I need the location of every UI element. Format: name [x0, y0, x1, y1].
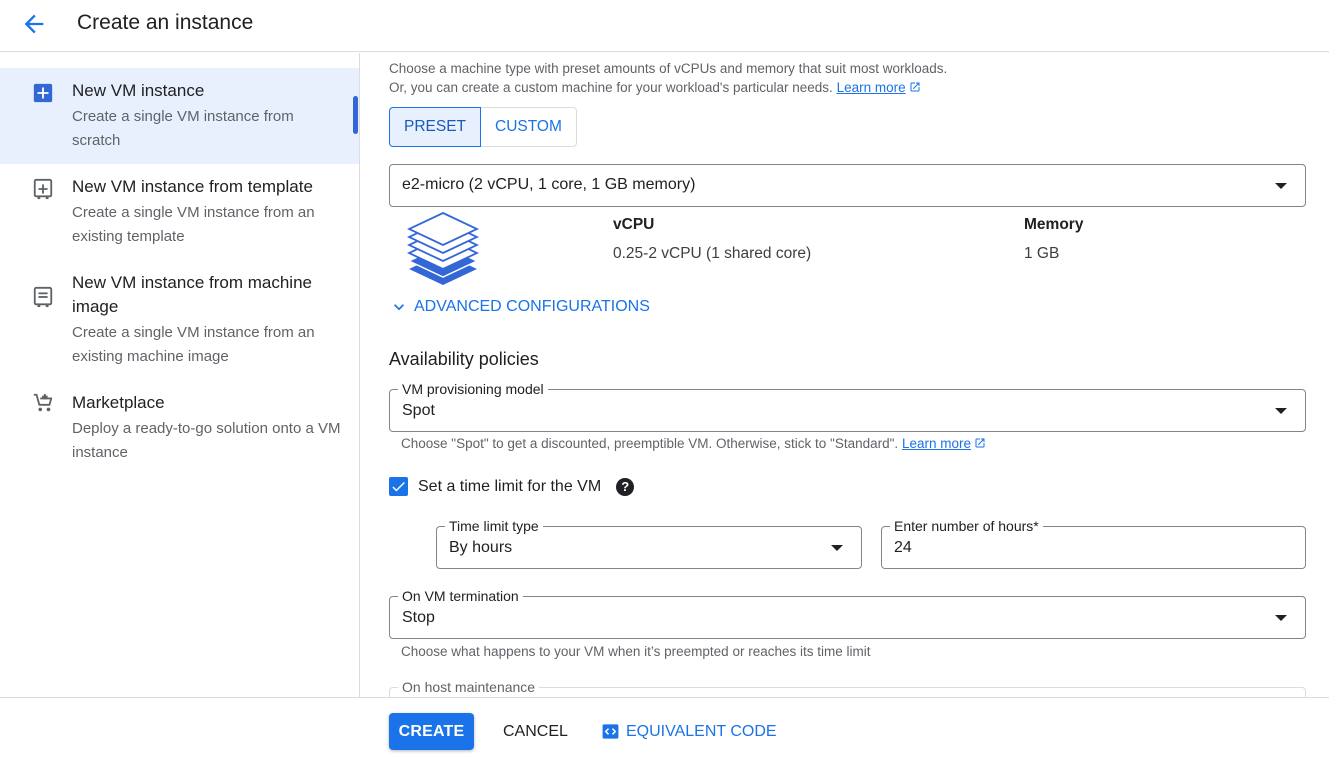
machine-mode-toggle: PRESET CUSTOM	[389, 107, 577, 147]
memory-header: Memory	[1024, 216, 1084, 233]
advanced-config-label: ADVANCED CONFIGURATIONS	[414, 298, 650, 315]
dropdown-arrow-icon	[1275, 615, 1287, 621]
provisioning-model-select[interactable]: VM provisioning model Spot	[389, 381, 1306, 432]
footer-bar: CREATE CANCEL EQUIVALENT CODE	[0, 697, 1329, 757]
dropdown-arrow-icon	[1275, 183, 1287, 189]
help-icon[interactable]: ?	[616, 477, 635, 496]
time-limit-type-select[interactable]: Time limit type By hours	[436, 518, 862, 569]
check-icon	[392, 481, 405, 492]
machine-image-icon	[33, 286, 53, 308]
dropdown-arrow-icon	[831, 545, 843, 551]
sidebar: New VM instance Create a single VM insta…	[0, 53, 360, 697]
machine-intro-text: Or, you can create a custom machine for …	[389, 80, 833, 95]
learn-more-link[interactable]: Learn more	[837, 80, 906, 95]
provisioning-hint-text: Choose "Spot" to get a discounted, preem…	[401, 436, 899, 451]
sidebar-item-from-template[interactable]: New VM instance from template Create a s…	[0, 164, 359, 260]
dropdown-arrow-icon	[1275, 408, 1287, 414]
termination-value: Stop	[402, 609, 435, 626]
template-add-icon	[33, 178, 53, 200]
provisioning-model-value: Spot	[402, 402, 435, 419]
hours-input[interactable]: Enter number of hours* 24	[881, 518, 1306, 569]
time-limit-checkbox[interactable]	[389, 477, 408, 496]
termination-hint: Choose what happens to your VM when it’s…	[401, 644, 871, 659]
termination-label: On VM termination	[398, 588, 523, 604]
sidebar-item-title: New VM instance	[72, 81, 205, 100]
memory-value: 1 GB	[1024, 245, 1060, 262]
machine-intro-line1: Choose a machine type with preset amount…	[389, 61, 948, 76]
sidebar-item-marketplace[interactable]: Marketplace Deploy a ready-to-go solutio…	[0, 380, 359, 476]
machine-type-select[interactable]: e2-micro (2 vCPU, 1 core, 1 GB memory)	[389, 164, 1306, 207]
sidebar-item-desc: Create a single VM instance from scratch	[72, 108, 294, 149]
sidebar-item-new-vm[interactable]: New VM instance Create a single VM insta…	[0, 68, 359, 164]
open-in-new-icon[interactable]	[909, 81, 921, 93]
hours-value: 24	[894, 539, 912, 556]
arrow-back-icon[interactable]	[20, 10, 48, 38]
custom-tab[interactable]: CUSTOM	[481, 107, 577, 147]
cart-icon	[33, 393, 53, 412]
sidebar-item-desc: Create a single VM instance from an exis…	[72, 204, 315, 245]
host-maintenance-label: On host maintenance	[398, 679, 540, 695]
add-box-icon	[33, 83, 53, 103]
termination-select[interactable]: On VM termination Stop	[389, 588, 1306, 639]
cancel-button[interactable]: CANCEL	[503, 713, 568, 750]
machine-intro-line2: Or, you can create a custom machine for …	[389, 78, 947, 97]
machine-intro: Choose a machine type with preset amount…	[389, 59, 947, 97]
sidebar-item-title: Marketplace	[72, 393, 165, 412]
time-limit-type-label: Time limit type	[445, 518, 543, 534]
host-maintenance-select[interactable]: On host maintenance	[389, 679, 1306, 697]
chevron-down-icon	[394, 304, 404, 311]
sidebar-item-desc: Deploy a ready-to-go solution onto a VM …	[72, 420, 341, 461]
time-limit-row: Set a time limit for the VM ?	[389, 477, 635, 496]
page-header: Create an instance	[0, 0, 1329, 52]
equivalent-code-label: EQUIVALENT CODE	[626, 722, 777, 740]
availability-heading: Availability policies	[389, 349, 539, 369]
equivalent-code-button[interactable]: EQUIVALENT CODE	[601, 713, 777, 750]
hours-label: Enter number of hours*	[890, 518, 1043, 534]
main-content: Choose a machine type with preset amount…	[361, 53, 1329, 697]
sidebar-item-desc: Create a single VM instance from an exis…	[72, 324, 315, 365]
scroll-indicator	[353, 96, 358, 134]
open-in-new-icon[interactable]	[974, 437, 986, 449]
sidebar-item-title: New VM instance from template	[72, 177, 313, 196]
code-icon	[602, 724, 619, 739]
machine-layers-icon	[407, 212, 479, 285]
vcpu-value: 0.25-2 vCPU (1 shared core)	[613, 245, 812, 262]
time-limit-label: Set a time limit for the VM	[418, 477, 602, 495]
machine-type-value: e2-micro (2 vCPU, 1 core, 1 GB memory)	[402, 176, 696, 193]
sidebar-item-from-machine-image[interactable]: New VM instance from machine image Creat…	[0, 260, 359, 380]
sidebar-item-title: New VM instance from machine image	[72, 273, 312, 316]
advanced-config-toggle[interactable]: ADVANCED CONFIGURATIONS	[389, 297, 650, 317]
create-button[interactable]: CREATE	[389, 713, 474, 750]
time-limit-type-value: By hours	[449, 539, 513, 556]
vcpu-header: vCPU	[613, 216, 655, 233]
provisioning-model-label: VM provisioning model	[398, 381, 548, 397]
learn-more-link[interactable]: Learn more	[902, 436, 971, 451]
provisioning-hint: Choose "Spot" to get a discounted, preem…	[401, 436, 986, 451]
page-title: Create an instance	[77, 11, 254, 34]
preset-tab[interactable]: PRESET	[389, 107, 482, 147]
